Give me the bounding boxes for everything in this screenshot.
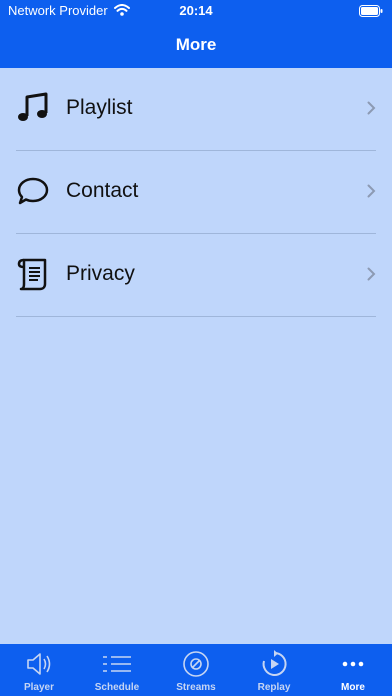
clock: 20:14 <box>179 3 213 18</box>
status-bar: Network Provider 20:14 <box>0 0 392 22</box>
divider <box>16 316 376 317</box>
chevron-right-icon <box>367 267 376 281</box>
tab-label: Replay <box>257 682 291 693</box>
scroll-document-icon <box>17 258 47 291</box>
menu-item-privacy[interactable]: Privacy <box>0 234 392 317</box>
tab-bar: Player Schedule Streams Replay More <box>0 644 392 696</box>
tab-replay[interactable]: Replay <box>235 644 313 696</box>
menu-item-label: Playlist <box>66 96 133 119</box>
menu-item-playlist[interactable]: Playlist <box>0 68 392 151</box>
speech-bubble-icon <box>17 177 49 205</box>
tab-label: Player <box>23 682 55 693</box>
tab-more[interactable]: More <box>314 644 392 696</box>
list-icon <box>103 656 131 672</box>
replay-icon <box>262 650 287 676</box>
ellipsis-icon <box>342 661 364 667</box>
tab-label: More <box>341 682 365 693</box>
menu-item-label: Privacy <box>66 262 135 285</box>
music-note-icon <box>18 92 48 121</box>
tab-schedule[interactable]: Schedule <box>78 644 156 696</box>
tab-player[interactable]: Player <box>0 644 78 696</box>
chevron-right-icon <box>367 184 376 198</box>
page-title: More <box>175 35 217 54</box>
menu-item-contact[interactable]: Contact <box>0 151 392 234</box>
tab-label: Schedule <box>94 682 140 693</box>
menu-item-label: Contact <box>66 179 139 202</box>
tab-streams[interactable]: Streams <box>157 644 235 696</box>
tab-label: Streams <box>176 682 216 693</box>
chevron-right-icon <box>367 101 376 115</box>
battery-icon <box>359 5 383 17</box>
speaker-icon <box>27 653 51 675</box>
more-menu-list: Playlist Contact Privacy <box>0 68 392 317</box>
navigation-bar: More <box>0 22 392 68</box>
disc-icon <box>183 651 209 677</box>
